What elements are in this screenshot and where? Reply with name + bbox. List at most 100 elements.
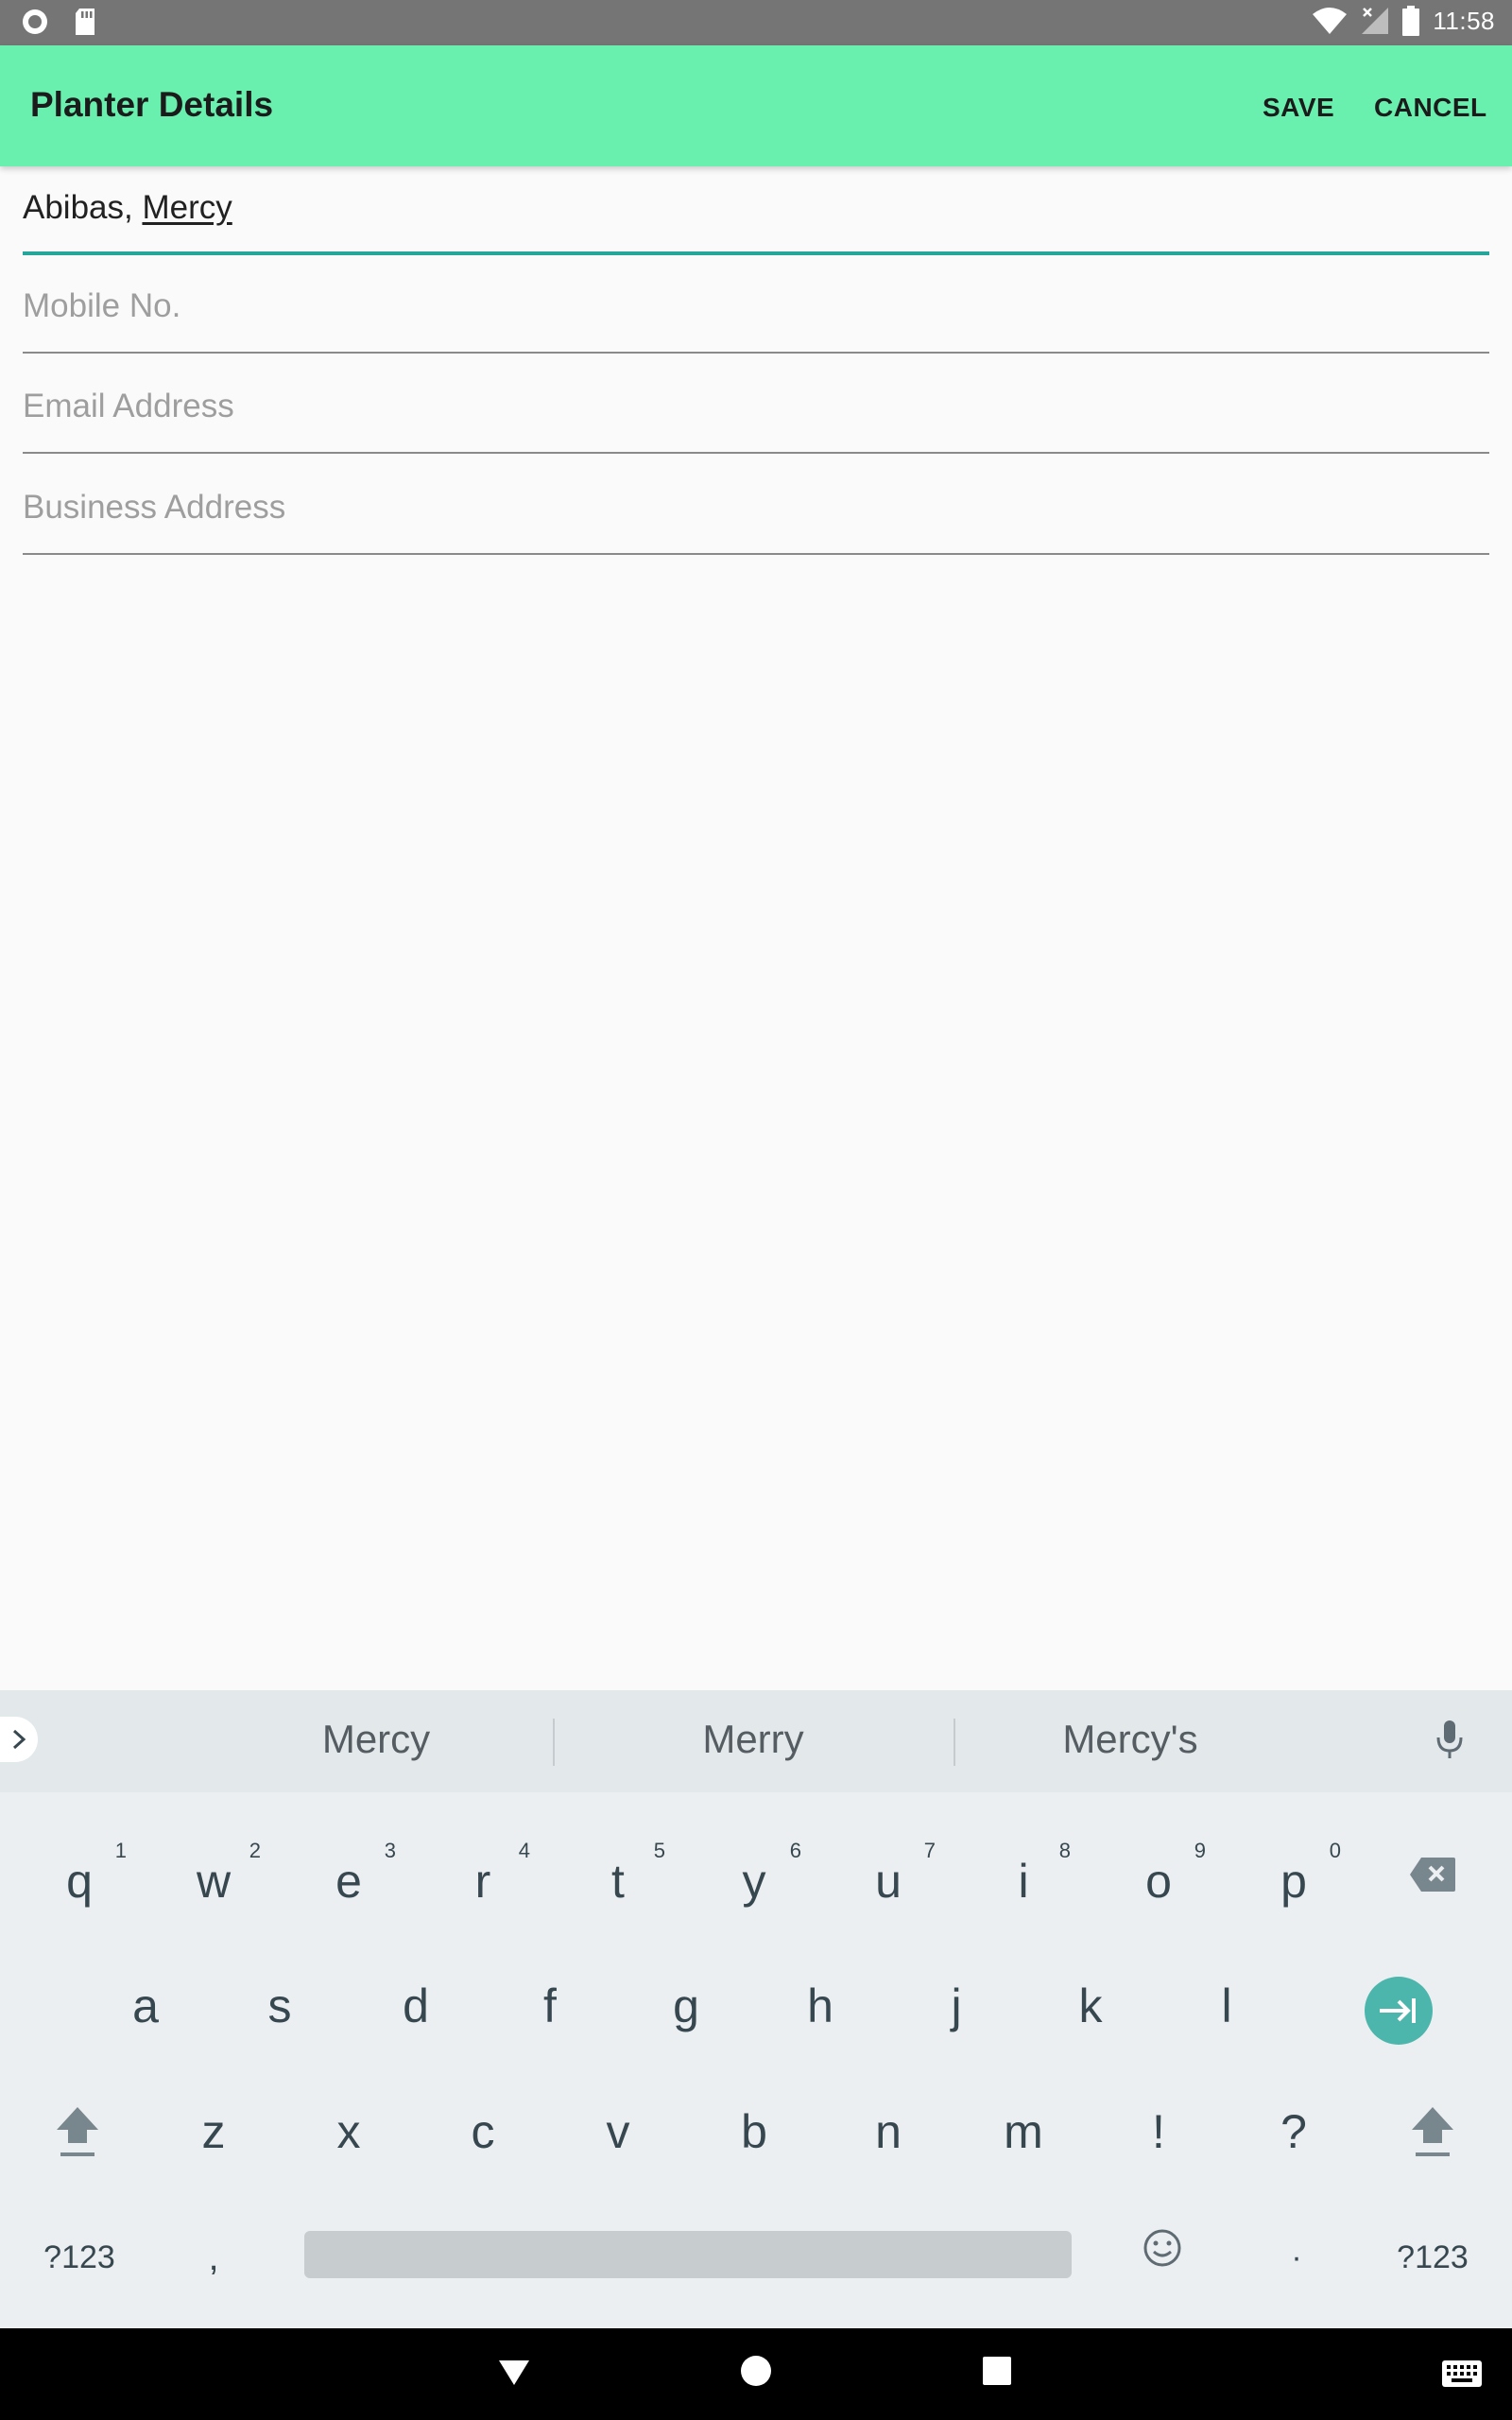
recents-icon[interactable] xyxy=(983,2357,1011,2390)
key-u[interactable]: u7 xyxy=(841,1839,936,1910)
shift-icon xyxy=(1412,2107,1453,2156)
name-field-underline xyxy=(23,251,1489,255)
key-hint: 3 xyxy=(384,1839,396,1862)
backspace-icon xyxy=(1410,1858,1455,1892)
emoji-icon xyxy=(1143,2229,1181,2267)
key-d[interactable]: d xyxy=(369,1978,463,2034)
save-button[interactable]: SAVE xyxy=(1263,93,1334,123)
key-o[interactable]: o9 xyxy=(1111,1839,1206,1910)
key-g[interactable]: g xyxy=(639,1978,733,2034)
key-question[interactable]: ? xyxy=(1246,2103,1341,2160)
status-bar: 11:58 xyxy=(0,0,1512,45)
key-w[interactable]: w2 xyxy=(166,1839,261,1910)
key-exclamation[interactable]: ! xyxy=(1111,2103,1206,2160)
key-label: y xyxy=(742,1855,766,1908)
app-bar: Planter Details SAVE CANCEL xyxy=(0,45,1512,166)
key-v[interactable]: v xyxy=(571,2103,665,2160)
key-b[interactable]: b xyxy=(707,2103,801,2160)
mobile-field-underline xyxy=(23,352,1489,354)
key-label: e xyxy=(335,1855,362,1908)
key-c[interactable]: c xyxy=(436,2103,530,2160)
suggestion-3[interactable]: Mercy's xyxy=(988,1717,1272,1762)
key-label: o xyxy=(1145,1855,1172,1908)
soft-keyboard: Mercy Merry Mercy's q1 w2 e3 r4 t5 y6 u7… xyxy=(0,1690,1512,2328)
mobile-field[interactable]: Mobile No. xyxy=(23,278,1489,354)
key-p[interactable]: p0 xyxy=(1246,1839,1341,1910)
key-period[interactable]: · xyxy=(1249,2229,1344,2286)
key-r[interactable]: r4 xyxy=(436,1839,530,1910)
key-t[interactable]: t5 xyxy=(571,1839,665,1910)
suggestion-2[interactable]: Merry xyxy=(611,1717,895,1762)
key-i[interactable]: i8 xyxy=(976,1839,1071,1910)
suggestion-divider xyxy=(553,1719,555,1766)
wifi-icon xyxy=(1312,7,1348,35)
business-address-field[interactable]: Business Address xyxy=(23,479,1489,555)
record-icon xyxy=(21,8,49,36)
chevron-right-icon xyxy=(12,1729,26,1750)
key-label: r xyxy=(474,1855,491,1908)
microphone-icon[interactable] xyxy=(1435,1719,1465,1765)
page-title: Planter Details xyxy=(30,85,274,124)
keyboard-switch-icon[interactable] xyxy=(1442,2360,1482,2392)
key-label: q xyxy=(66,1855,93,1908)
name-field[interactable]: Abibas, Mercy xyxy=(23,180,1489,255)
key-label: u xyxy=(875,1855,902,1908)
symbols-key-left[interactable]: ?123 xyxy=(23,2229,136,2286)
shift-key-left[interactable] xyxy=(30,2103,125,2172)
business-address-field-underline xyxy=(23,553,1489,555)
next-field-button[interactable] xyxy=(1365,1977,1433,2045)
key-a[interactable]: a xyxy=(98,1978,193,2034)
key-x[interactable]: x xyxy=(301,2103,396,2160)
screen: 11:58 Planter Details SAVE CANCEL Abibas… xyxy=(0,0,1512,2420)
cancel-button[interactable]: CANCEL xyxy=(1374,93,1487,123)
key-hint: 4 xyxy=(518,1839,530,1862)
back-icon[interactable] xyxy=(497,2359,531,2392)
key-hint: 1 xyxy=(114,1839,127,1862)
key-hint: 6 xyxy=(789,1839,801,1862)
symbols-key-right[interactable]: ?123 xyxy=(1376,2229,1489,2286)
key-m[interactable]: m xyxy=(976,2103,1071,2160)
key-label: p xyxy=(1280,1855,1307,1908)
shift-key-right[interactable] xyxy=(1385,2103,1480,2172)
key-f[interactable]: f xyxy=(503,1978,597,2034)
space-bar[interactable] xyxy=(304,2231,1072,2278)
home-icon[interactable] xyxy=(740,2355,772,2392)
tab-next-icon xyxy=(1380,1998,1416,2023)
email-field-underline xyxy=(23,452,1489,454)
key-j[interactable]: j xyxy=(909,1978,1004,2034)
key-comma[interactable]: , xyxy=(166,2229,261,2286)
key-hint: 9 xyxy=(1194,1839,1206,1862)
key-z[interactable]: z xyxy=(166,2103,261,2160)
status-time: 11:58 xyxy=(1433,6,1495,35)
key-e[interactable]: e3 xyxy=(301,1839,396,1910)
name-field-value-prefix: Abibas, xyxy=(23,189,143,226)
key-hint: 7 xyxy=(923,1839,936,1862)
business-address-field-placeholder: Business Address xyxy=(23,489,286,526)
key-k[interactable]: k xyxy=(1043,1978,1138,2034)
backspace-key[interactable] xyxy=(1385,1849,1480,1906)
key-y[interactable]: y6 xyxy=(707,1839,802,1910)
email-field[interactable]: Email Address xyxy=(23,378,1489,454)
name-field-composing-text: Mercy xyxy=(142,189,232,226)
key-label: w xyxy=(196,1855,232,1908)
expand-toolbar-button[interactable] xyxy=(0,1717,38,1762)
suggestion-1[interactable]: Mercy xyxy=(234,1717,518,1762)
sd-card-icon xyxy=(74,8,96,36)
key-n[interactable]: n xyxy=(841,2103,936,2160)
shift-icon xyxy=(57,2107,98,2156)
key-s[interactable]: s xyxy=(232,1978,327,2034)
suggestion-divider xyxy=(954,1719,955,1766)
suggestion-bar: Mercy Merry Mercy's xyxy=(0,1690,1512,1792)
key-hint: 5 xyxy=(653,1839,665,1862)
key-hint: 2 xyxy=(249,1839,261,1862)
key-hint: 0 xyxy=(1329,1839,1341,1862)
key-l[interactable]: l xyxy=(1179,1978,1274,2034)
key-label: i xyxy=(1018,1855,1029,1908)
name-field-value: Abibas, Mercy xyxy=(23,189,232,227)
emoji-key[interactable] xyxy=(1115,2227,1210,2287)
no-signal-icon xyxy=(1361,7,1389,35)
battery-icon xyxy=(1402,6,1420,36)
key-q[interactable]: q1 xyxy=(32,1839,127,1910)
key-h[interactable]: h xyxy=(773,1978,868,2034)
key-label: t xyxy=(611,1855,625,1908)
